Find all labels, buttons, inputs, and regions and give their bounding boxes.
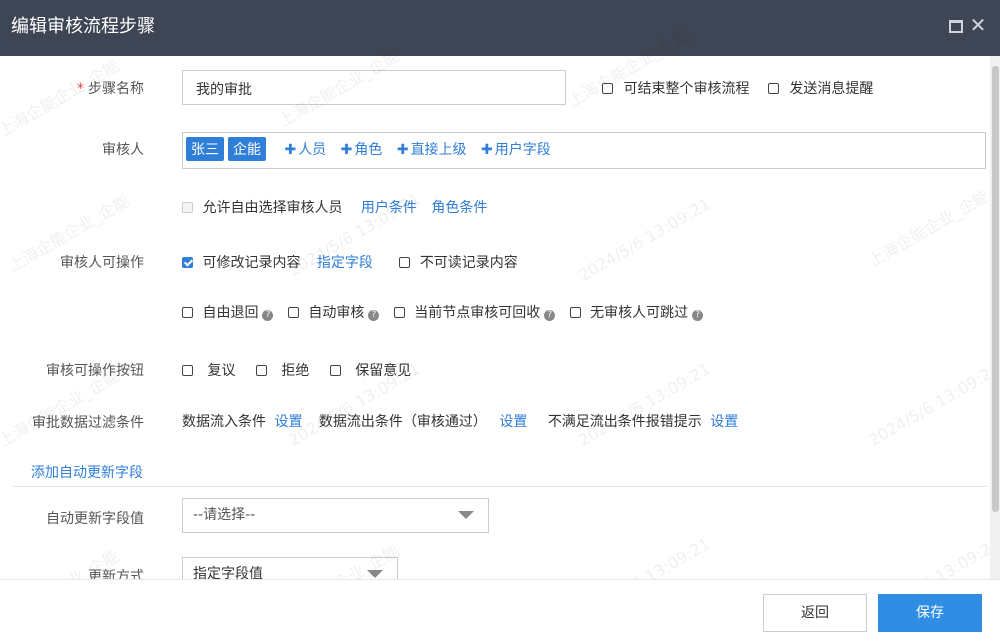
specify-field-link[interactable]: 指定字段	[317, 255, 373, 271]
filter-label: 审批数据过滤条件	[32, 415, 144, 431]
help-icon[interactable]: ?	[544, 310, 556, 321]
mode-select[interactable]: 指定字段值	[182, 557, 398, 579]
reviewer-tag[interactable]: 张三	[186, 137, 224, 161]
send-notify-checkbox[interactable]	[767, 83, 779, 94]
allow-free-choice-checkbox[interactable]	[182, 202, 193, 213]
field-value-select[interactable]: --请选择--	[182, 498, 489, 533]
step-name-input[interactable]: 我的审批	[182, 70, 566, 105]
reviewer-ops-label: 审核人可操作	[60, 255, 144, 271]
send-notify-label: 发送消息提醒	[789, 81, 874, 97]
field-value-label: 自动更新字段值	[46, 511, 144, 527]
close-icon[interactable]: ✕	[969, 14, 987, 36]
auto-review-checkbox[interactable]	[287, 307, 299, 318]
dialog-title: 编辑审核流程步骤	[11, 16, 155, 37]
add-user-field-button[interactable]: ✚ 用户字段	[481, 142, 551, 158]
reviewer-ops-row1: 可修改记录内容 指定字段 不可读记录内容	[182, 252, 518, 272]
inflow-set-link[interactable]: 设置	[274, 414, 302, 430]
add-auto-update-link[interactable]: 添加自动更新字段	[31, 462, 143, 482]
plus-icon: ✚	[396, 142, 409, 158]
outflow-set-link[interactable]: 设置	[499, 414, 527, 430]
help-icon[interactable]: ?	[368, 310, 380, 321]
reject-checkbox[interactable]	[255, 365, 267, 376]
user-condition-link[interactable]: 用户条件	[361, 200, 417, 216]
reviewers-label: 审核人	[102, 142, 144, 158]
reviewer-ops-row2: 自由退回? 自动审核? 当前节点审核可回收? 无审核人可跳过?	[182, 302, 704, 322]
inflow-label: 数据流入条件	[182, 414, 266, 430]
unreadable-checkbox[interactable]	[399, 257, 411, 268]
free-return-checkbox[interactable]	[182, 307, 193, 318]
back-button[interactable]: 返回	[763, 594, 867, 632]
can-end-flow-option[interactable]: 可结束整个审核流程 发送消息提醒	[602, 78, 873, 98]
plus-icon: ✚	[284, 142, 297, 158]
step-name-label: * 步骤名称	[77, 81, 144, 97]
plus-icon: ✚	[481, 142, 493, 158]
allow-free-choice-row: 允许自由选择审核人员 用户条件 角色条件	[182, 197, 487, 217]
can-edit-checkbox[interactable]	[182, 257, 193, 268]
skip-checkbox[interactable]	[569, 307, 581, 318]
not-met-label: 不满足流出条件报错提示	[547, 414, 702, 430]
recyclable-checkbox[interactable]	[393, 307, 405, 318]
reviewer-tag[interactable]: 企能	[228, 137, 266, 161]
plus-icon: ✚	[340, 142, 353, 158]
keep-opinion-checkbox[interactable]	[329, 365, 341, 376]
save-button[interactable]: 保存	[878, 594, 982, 632]
not-met-set-link[interactable]: 设置	[710, 414, 738, 430]
section-divider	[12, 486, 987, 487]
outflow-label: 数据流出条件（审核通过）	[318, 414, 487, 430]
help-icon[interactable]: ?	[262, 310, 274, 321]
add-person-button[interactable]: ✚ 人员	[284, 142, 326, 158]
caret-down-icon	[367, 570, 383, 578]
op-buttons-label: 审核可操作按钮	[46, 363, 144, 379]
filter-row: 数据流入条件 设置 数据流出条件（审核通过） 设置 不满足流出条件报错提示 设置	[182, 411, 738, 431]
mode-label: 更新方式	[88, 569, 144, 579]
reconsider-checkbox[interactable]	[182, 365, 193, 376]
scrollbar-thumb[interactable]	[992, 66, 999, 512]
caret-down-icon	[458, 511, 474, 519]
op-buttons-row: 复议 拒绝 保留意见	[182, 360, 411, 380]
dialog-body: * 步骤名称 我的审批 可结束整个审核流程 发送消息提醒 审核人 张三 企能 ✚ 人员…	[0, 56, 990, 579]
add-role-button[interactable]: ✚ 角色	[341, 142, 383, 158]
can-end-flow-checkbox[interactable]	[602, 83, 613, 94]
role-condition-link[interactable]: 角色条件	[431, 200, 487, 216]
reviewers-box[interactable]: 张三 企能 ✚ 人员 ✚ 角色 ✚ 直接上级 ✚ 用户字段	[182, 132, 986, 169]
maximize-icon[interactable]	[947, 14, 965, 36]
help-icon[interactable]: ?	[692, 310, 704, 321]
add-superior-button[interactable]: ✚ 直接上级	[397, 142, 467, 158]
